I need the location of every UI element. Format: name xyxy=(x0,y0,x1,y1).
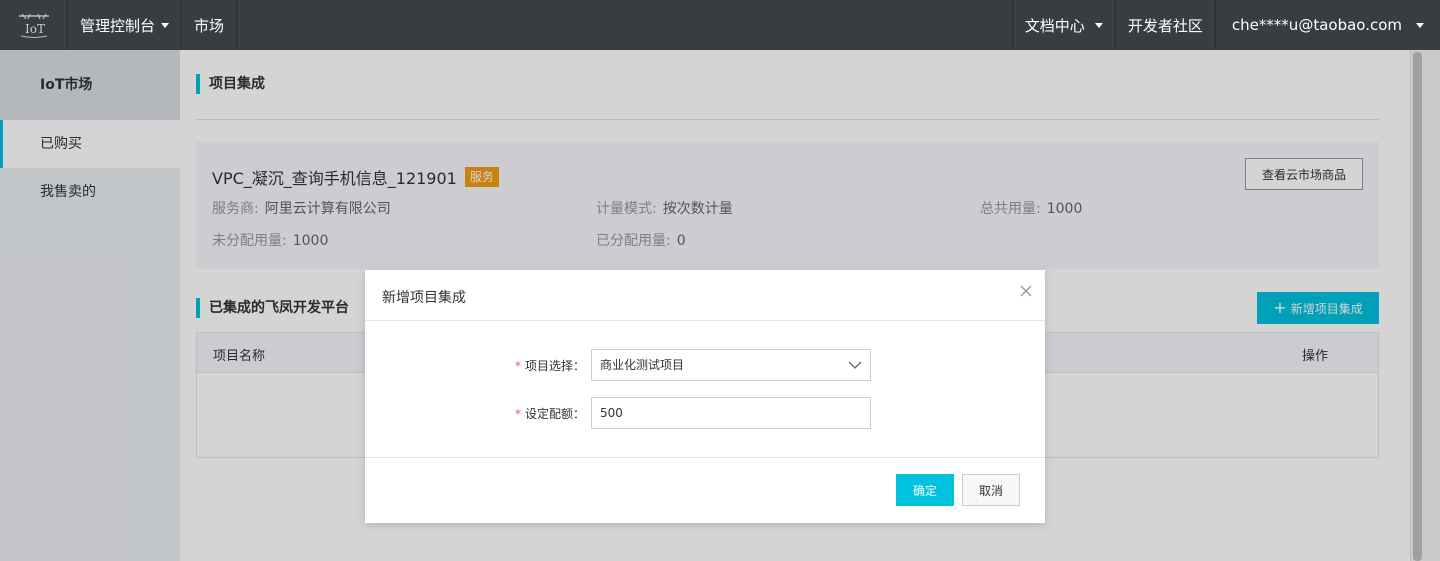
quota-label: * 设定配额： xyxy=(365,405,585,422)
docs-menu-label: 文档中心 xyxy=(1024,16,1085,35)
console-menu[interactable]: 管理控制台 xyxy=(68,0,183,50)
dialog-footer-divider xyxy=(365,457,1045,458)
quota-input[interactable]: 500 xyxy=(591,397,871,429)
docs-menu[interactable]: 文档中心 xyxy=(1011,0,1115,50)
market-link[interactable]: 市场 xyxy=(182,0,238,50)
confirm-button[interactable]: 确定 xyxy=(896,474,954,506)
caret-down-icon xyxy=(1094,22,1103,28)
caret-down-icon xyxy=(1416,22,1424,28)
console-menu-label: 管理控制台 xyxy=(80,16,156,35)
iot-logo-icon[interactable]: IoT xyxy=(0,0,68,50)
project-select-label: * 项目选择： xyxy=(365,357,585,374)
community-link-label: 开发者社区 xyxy=(1127,16,1203,35)
close-icon[interactable] xyxy=(1019,284,1033,298)
top-nav-bar: IoT 管理控制台 市场 文档中心 开发者社区 che****u@taobao.… xyxy=(0,0,1440,50)
user-account-label: che****u@taobao.com xyxy=(1231,16,1402,34)
project-select[interactable]: 商业化测试项目 xyxy=(591,349,871,381)
community-link[interactable]: 开发者社区 xyxy=(1114,0,1215,50)
chevron-down-icon xyxy=(848,361,862,369)
required-mark: * xyxy=(514,407,521,421)
required-mark: * xyxy=(514,359,521,373)
add-project-integration-dialog: 新增项目集成 * 项目选择： 商业化测试项目 * 设定配额： 500 确定 取消 xyxy=(365,270,1045,523)
svg-text:IoT: IoT xyxy=(25,22,45,36)
dialog-divider xyxy=(365,320,1045,321)
caret-down-icon xyxy=(161,22,170,28)
dialog-title: 新增项目集成 xyxy=(382,290,466,306)
project-select-value: 商业化测试项目 xyxy=(600,358,685,372)
user-menu[interactable]: che****u@taobao.com xyxy=(1214,0,1440,50)
project-select-label-text: 项目选择： xyxy=(524,359,585,373)
quota-label-text: 设定配额： xyxy=(524,407,585,421)
cancel-button[interactable]: 取消 xyxy=(962,474,1020,506)
market-link-label: 市场 xyxy=(194,16,225,35)
